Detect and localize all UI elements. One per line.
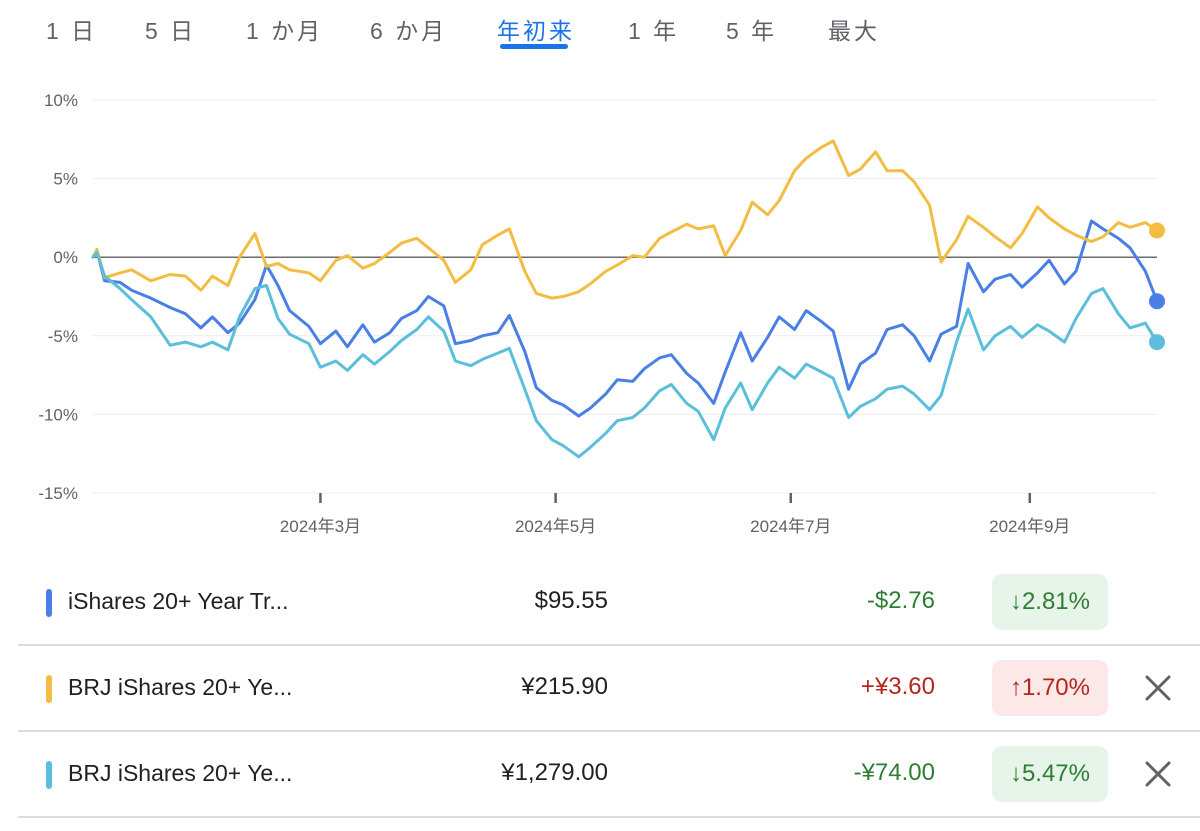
chart-grid [93,99,1157,494]
series-color-swatch [46,589,52,617]
series-line-yellow [91,139,1159,300]
percent-change-badge: ↓2.81% [991,574,1108,630]
price-change: +¥3.60 [860,673,935,700]
security-price: ¥215.90 [521,673,608,700]
price-change: -$2.76 [866,587,935,614]
x-tick-label: 2024年3月 [280,517,361,536]
tab-max[interactable]: 最大 [828,12,880,46]
series-line-cyan [91,251,1159,459]
security-name: BRJ iShares 20+ Ye... [68,760,293,786]
series-end-point-yellow [1149,222,1165,239]
tab-5-years[interactable]: 5 年 [726,12,777,46]
tab-6-months[interactable]: 6 か月 [370,12,447,46]
security-price: ¥1,279.00 [501,759,608,786]
security-price: $95.55 [534,587,608,614]
series-color-swatch [46,675,52,703]
y-tick-label: 10% [44,91,78,110]
series-line-blue [91,219,1159,418]
security-name: BRJ iShares 20+ Ye... [68,674,293,700]
x-tick-label: 2024年5月 [515,517,596,536]
comparison-row-ishares-usd[interactable]: iShares 20+ Year Tr... $95.55 -$2.76 ↓2.… [18,560,1200,646]
series-end-point-blue [1149,293,1165,310]
y-tick-label: -15% [38,484,78,503]
series-lines [91,139,1159,459]
percent-change-badge: ↑1.70% [991,660,1108,716]
y-tick-label: -10% [38,405,78,424]
row-divider [18,816,1200,818]
price-change: -¥74.00 [853,759,935,786]
series-color-swatch [46,761,52,789]
tab-1-month[interactable]: 1 か月 [246,12,323,46]
remove-comparison-icon[interactable] [1138,668,1178,708]
x-tick-label: 2024年7月 [750,517,831,536]
x-tick-label: 2024年9月 [989,517,1070,536]
tab-1-year[interactable]: 1 年 [628,12,679,46]
security-name: iShares 20+ Year Tr... [68,588,289,614]
tab-1-day[interactable]: 1 日 [46,12,97,46]
comparison-row-brj-2[interactable]: BRJ iShares 20+ Ye... ¥1,279.00 -¥74.00 … [18,732,1200,818]
performance-chart[interactable]: 10% 5% 0% -5% -10% -15% 2024年3月 2024年5月 2024年7月… [0,60,1200,550]
y-axis: 10% 5% 0% -5% -10% -15% [38,91,78,503]
series-end-point-cyan [1149,334,1165,351]
tab-ytd[interactable]: 年初来 [497,12,575,46]
y-tick-label: -5% [48,327,78,346]
range-tabs: 1 日 5 日 1 か月 6 か月 年初来 1 年 5 年 最大 [0,0,1200,56]
y-tick-label: 5% [53,170,78,189]
percent-change-badge: ↓5.47% [991,746,1108,802]
y-tick-label: 0% [53,248,78,267]
x-axis: 2024年3月 2024年5月 2024年7月 2024年9月 [280,493,1070,536]
remove-comparison-icon[interactable] [1138,754,1178,794]
tab-5-days[interactable]: 5 日 [145,12,196,46]
active-tab-indicator [500,44,568,49]
comparison-row-brj-1[interactable]: BRJ iShares 20+ Ye... ¥215.90 +¥3.60 ↑1.… [18,646,1200,732]
